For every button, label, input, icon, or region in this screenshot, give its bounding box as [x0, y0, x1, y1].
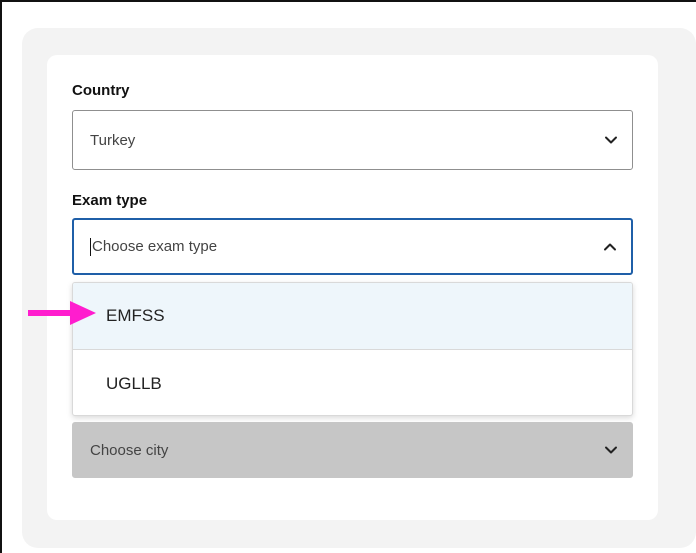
annotation-arrow-icon [28, 301, 96, 325]
exam-type-option-emfss[interactable]: EMFSS [73, 283, 632, 350]
exam-type-label: Exam type [72, 192, 148, 209]
chevron-up-icon [603, 240, 617, 254]
exam-type-dropdown: EMFSS UGLLB [72, 282, 633, 416]
country-select[interactable]: Turkey [72, 110, 633, 170]
chevron-down-icon [604, 443, 618, 457]
city-placeholder: Choose city [90, 441, 169, 459]
exam-type-placeholder: Choose exam type [92, 238, 218, 255]
country-label: Country [72, 82, 130, 99]
country-selected-value: Turkey [90, 131, 136, 149]
text-cursor [90, 237, 91, 256]
exam-type-select[interactable]: Choose exam type [72, 218, 633, 275]
option-label: UGLLB [106, 373, 162, 393]
city-select[interactable]: Choose city [72, 422, 633, 478]
chevron-down-icon [604, 133, 618, 147]
option-label: EMFSS [106, 306, 165, 325]
exam-type-option-ugllb[interactable]: UGLLB [73, 350, 632, 415]
